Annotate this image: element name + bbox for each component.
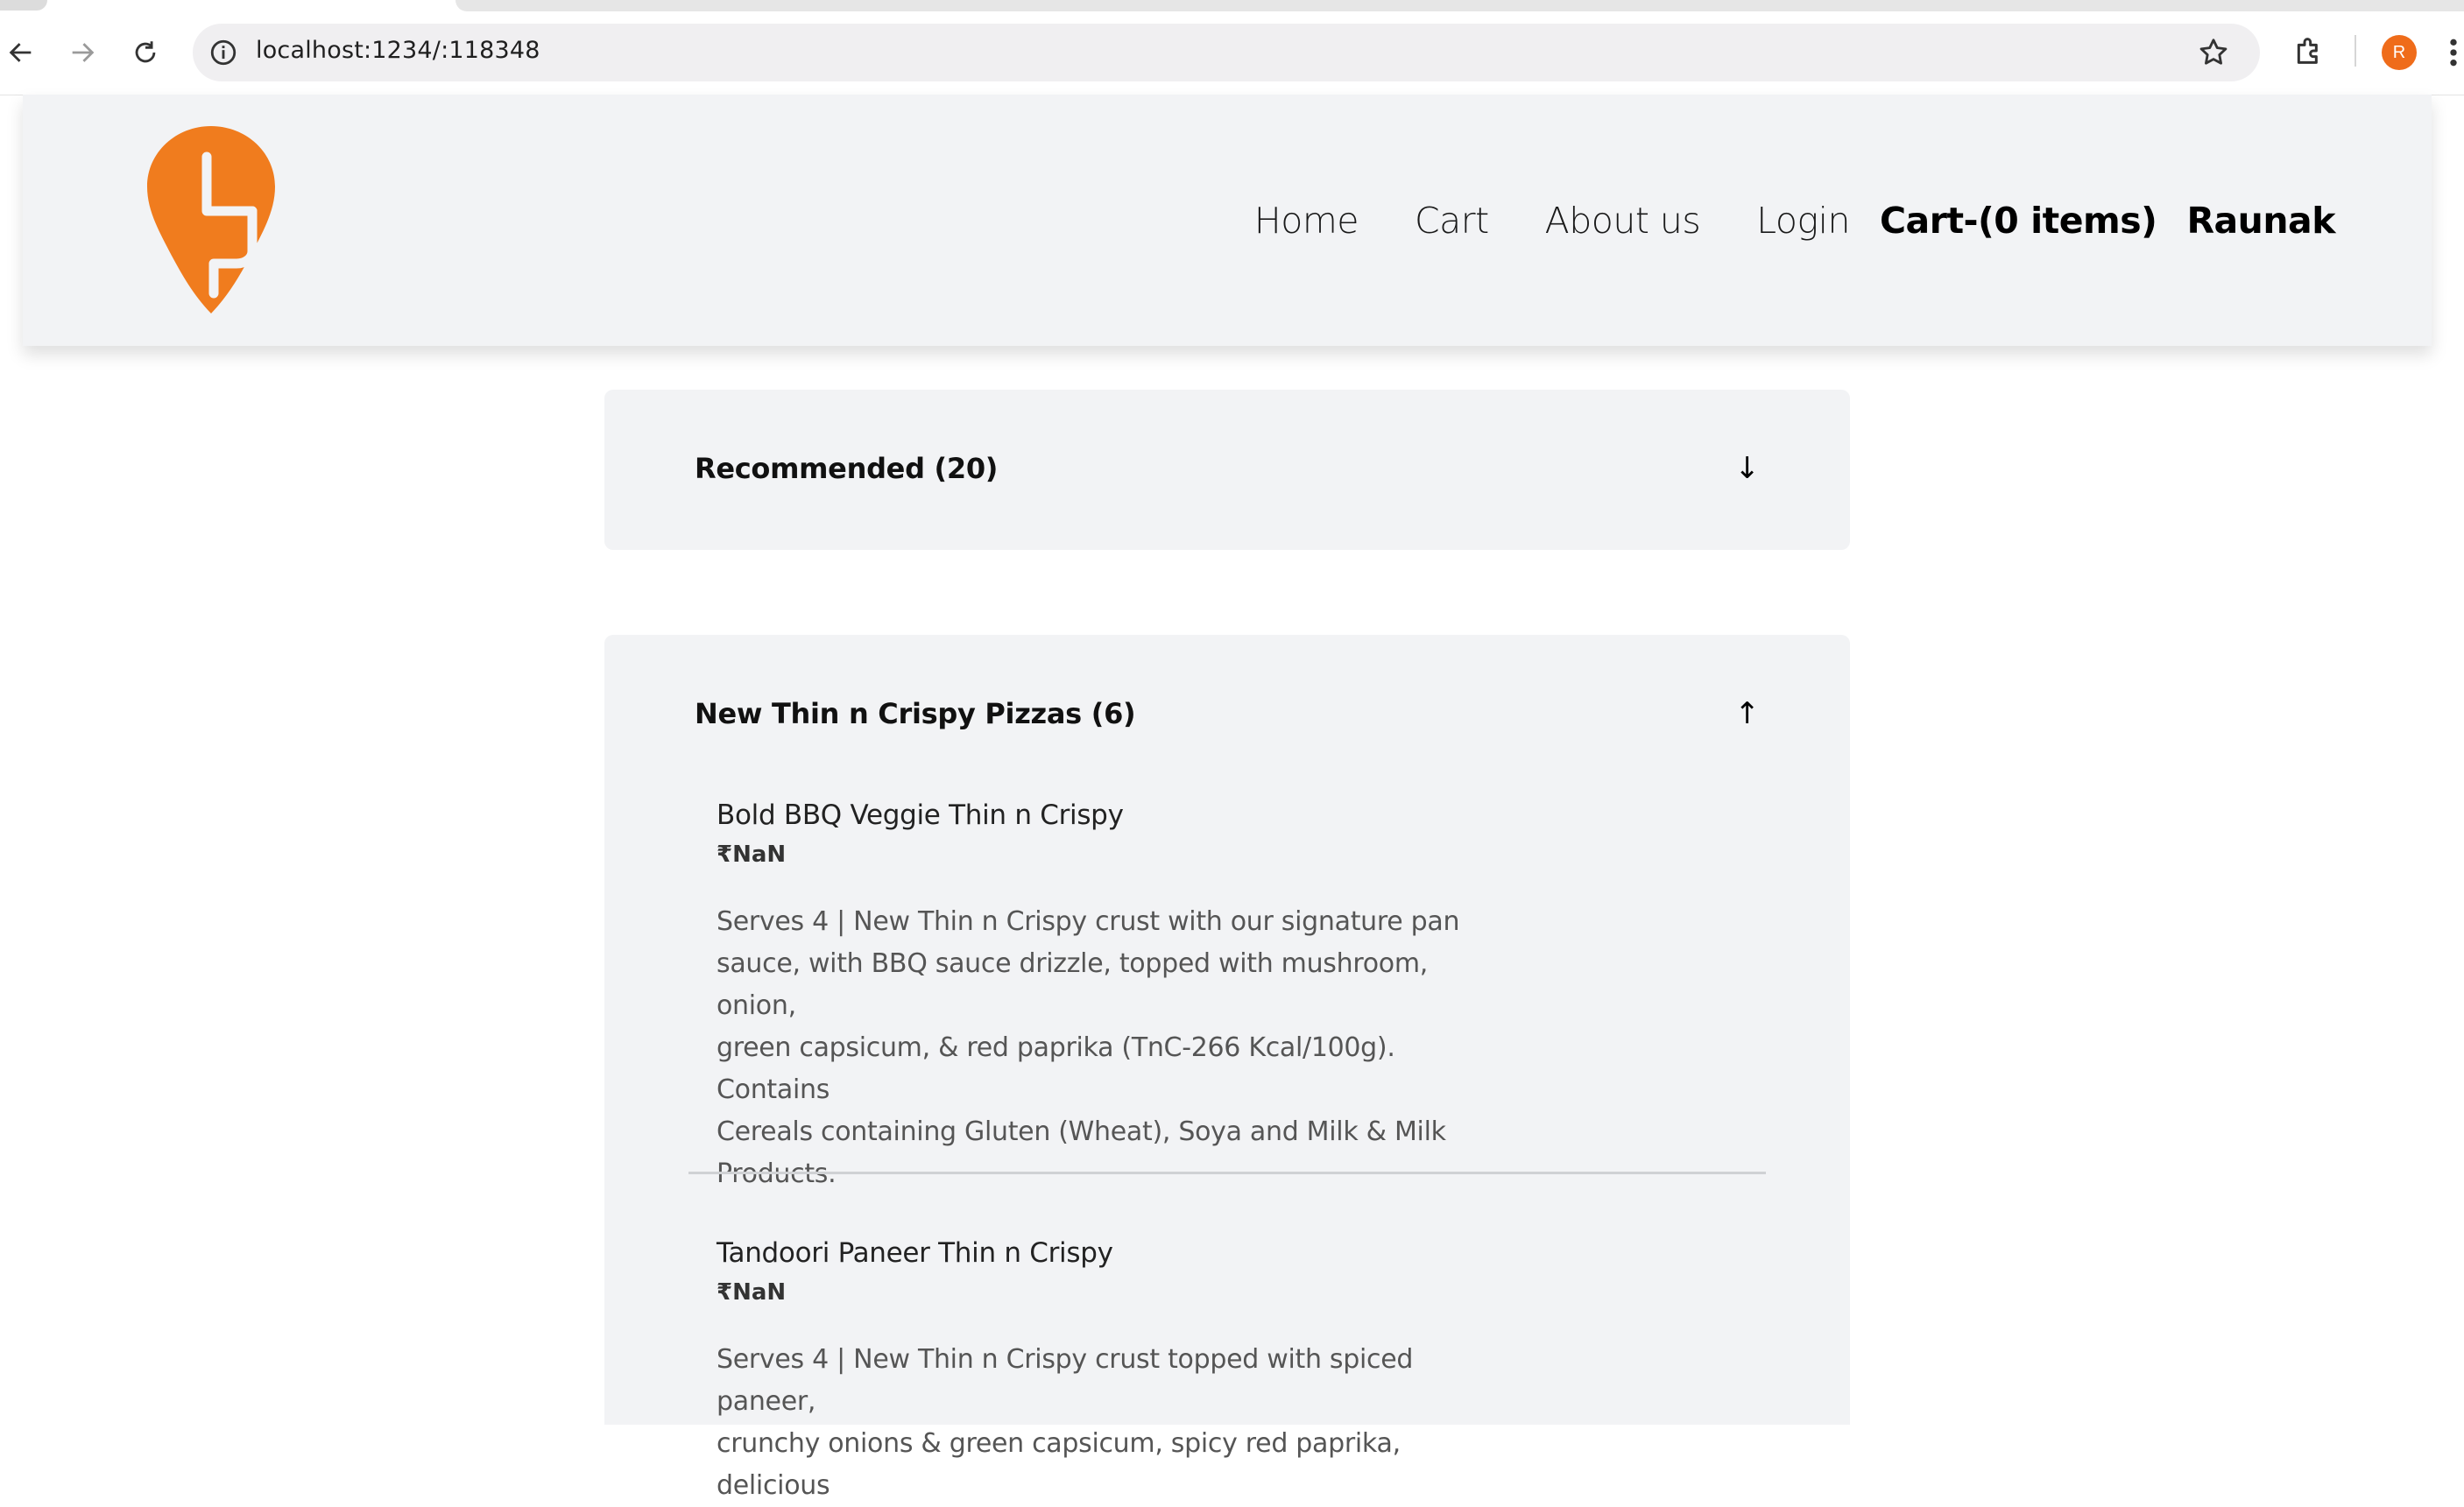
nav-login[interactable]: Login [1756, 200, 1850, 242]
category-header[interactable]: Recommended (20) ↓ [695, 442, 1760, 495]
back-icon[interactable] [0, 32, 42, 74]
forward-icon[interactable] [61, 32, 103, 74]
item-divider [688, 1172, 1766, 1174]
nav-cart[interactable]: Cart [1415, 200, 1489, 242]
description-line: Cereals containing Gluten (Wheat), Soya … [717, 1116, 1446, 1147]
browser-menu-icon[interactable] [2449, 35, 2458, 70]
nav-home[interactable]: Home [1254, 200, 1359, 242]
item-price: ₹NaN [717, 842, 787, 868]
user-name: Raunak [2186, 199, 2335, 242]
description-line: Products. [717, 1158, 837, 1189]
item-description: Serves 4 | New Thin n Crispy crust toppe… [717, 1339, 1505, 1507]
item-name: Bold BBQ Veggie Thin n Crispy [717, 799, 1124, 831]
profile-avatar[interactable]: R [2382, 35, 2417, 70]
description-line: Serves 4 | New Thin n Crispy crust toppe… [717, 1344, 1414, 1417]
description-line: Serves 4 | New Thin n Crispy crust with … [717, 906, 1460, 937]
extensions-icon[interactable] [2291, 33, 2326, 68]
category-title: New Thin n Crispy Pizzas (6) [695, 697, 1136, 730]
tab-strip-edge [0, 0, 47, 11]
item-price: ₹NaN [717, 1279, 787, 1306]
description-line: green capsicum, & red paprika (TnC-266 K… [717, 1032, 1395, 1105]
arrow-down-icon[interactable]: ↓ [1735, 451, 1761, 486]
bookmark-star-icon[interactable] [2197, 36, 2230, 69]
menu-item: Bold BBQ Veggie Thin n Crispy ₹NaN Serve… [717, 799, 1592, 1195]
category-header[interactable]: New Thin n Crispy Pizzas (6) ↑ [695, 687, 1760, 740]
description-line: sauce, with BBQ sauce drizzle, topped wi… [717, 948, 1428, 1021]
category-title: Recommended (20) [695, 452, 999, 485]
main-nav: Home Cart About us Login Cart-(0 items) … [1198, 95, 2336, 346]
site-header: Home Cart About us Login Cart-(0 items) … [23, 95, 2432, 346]
reload-icon[interactable] [124, 32, 166, 74]
cart-summary[interactable]: Cart-(0 items) [1880, 200, 2157, 242]
nav-about[interactable]: About us [1545, 200, 1701, 242]
item-name: Tandoori Paneer Thin n Crispy [717, 1237, 1113, 1269]
swiggy-logo[interactable] [145, 123, 277, 316]
description-line: crunchy onions & green capsicum, spicy r… [717, 1428, 1401, 1501]
tab-strip [455, 0, 2464, 11]
category-panel-pizzas: New Thin n Crispy Pizzas (6) ↑ Bold BBQ … [604, 635, 1850, 1501]
category-panel-recommended: Recommended (20) ↓ [604, 390, 1850, 550]
toolbar-divider [2355, 35, 2356, 67]
site-info-icon[interactable] [208, 38, 238, 67]
menu-item: Tandoori Paneer Thin n Crispy ₹NaN Serve… [717, 1237, 1592, 1507]
browser-toolbar: localhost:1234/:118348 R [0, 0, 2464, 95]
address-bar[interactable]: localhost:1234/:118348 [193, 24, 2260, 81]
item-description: Serves 4 | New Thin n Crispy crust with … [717, 901, 1505, 1195]
arrow-up-icon[interactable]: ↑ [1735, 696, 1761, 731]
url-text[interactable]: localhost:1234/:118348 [256, 37, 540, 64]
